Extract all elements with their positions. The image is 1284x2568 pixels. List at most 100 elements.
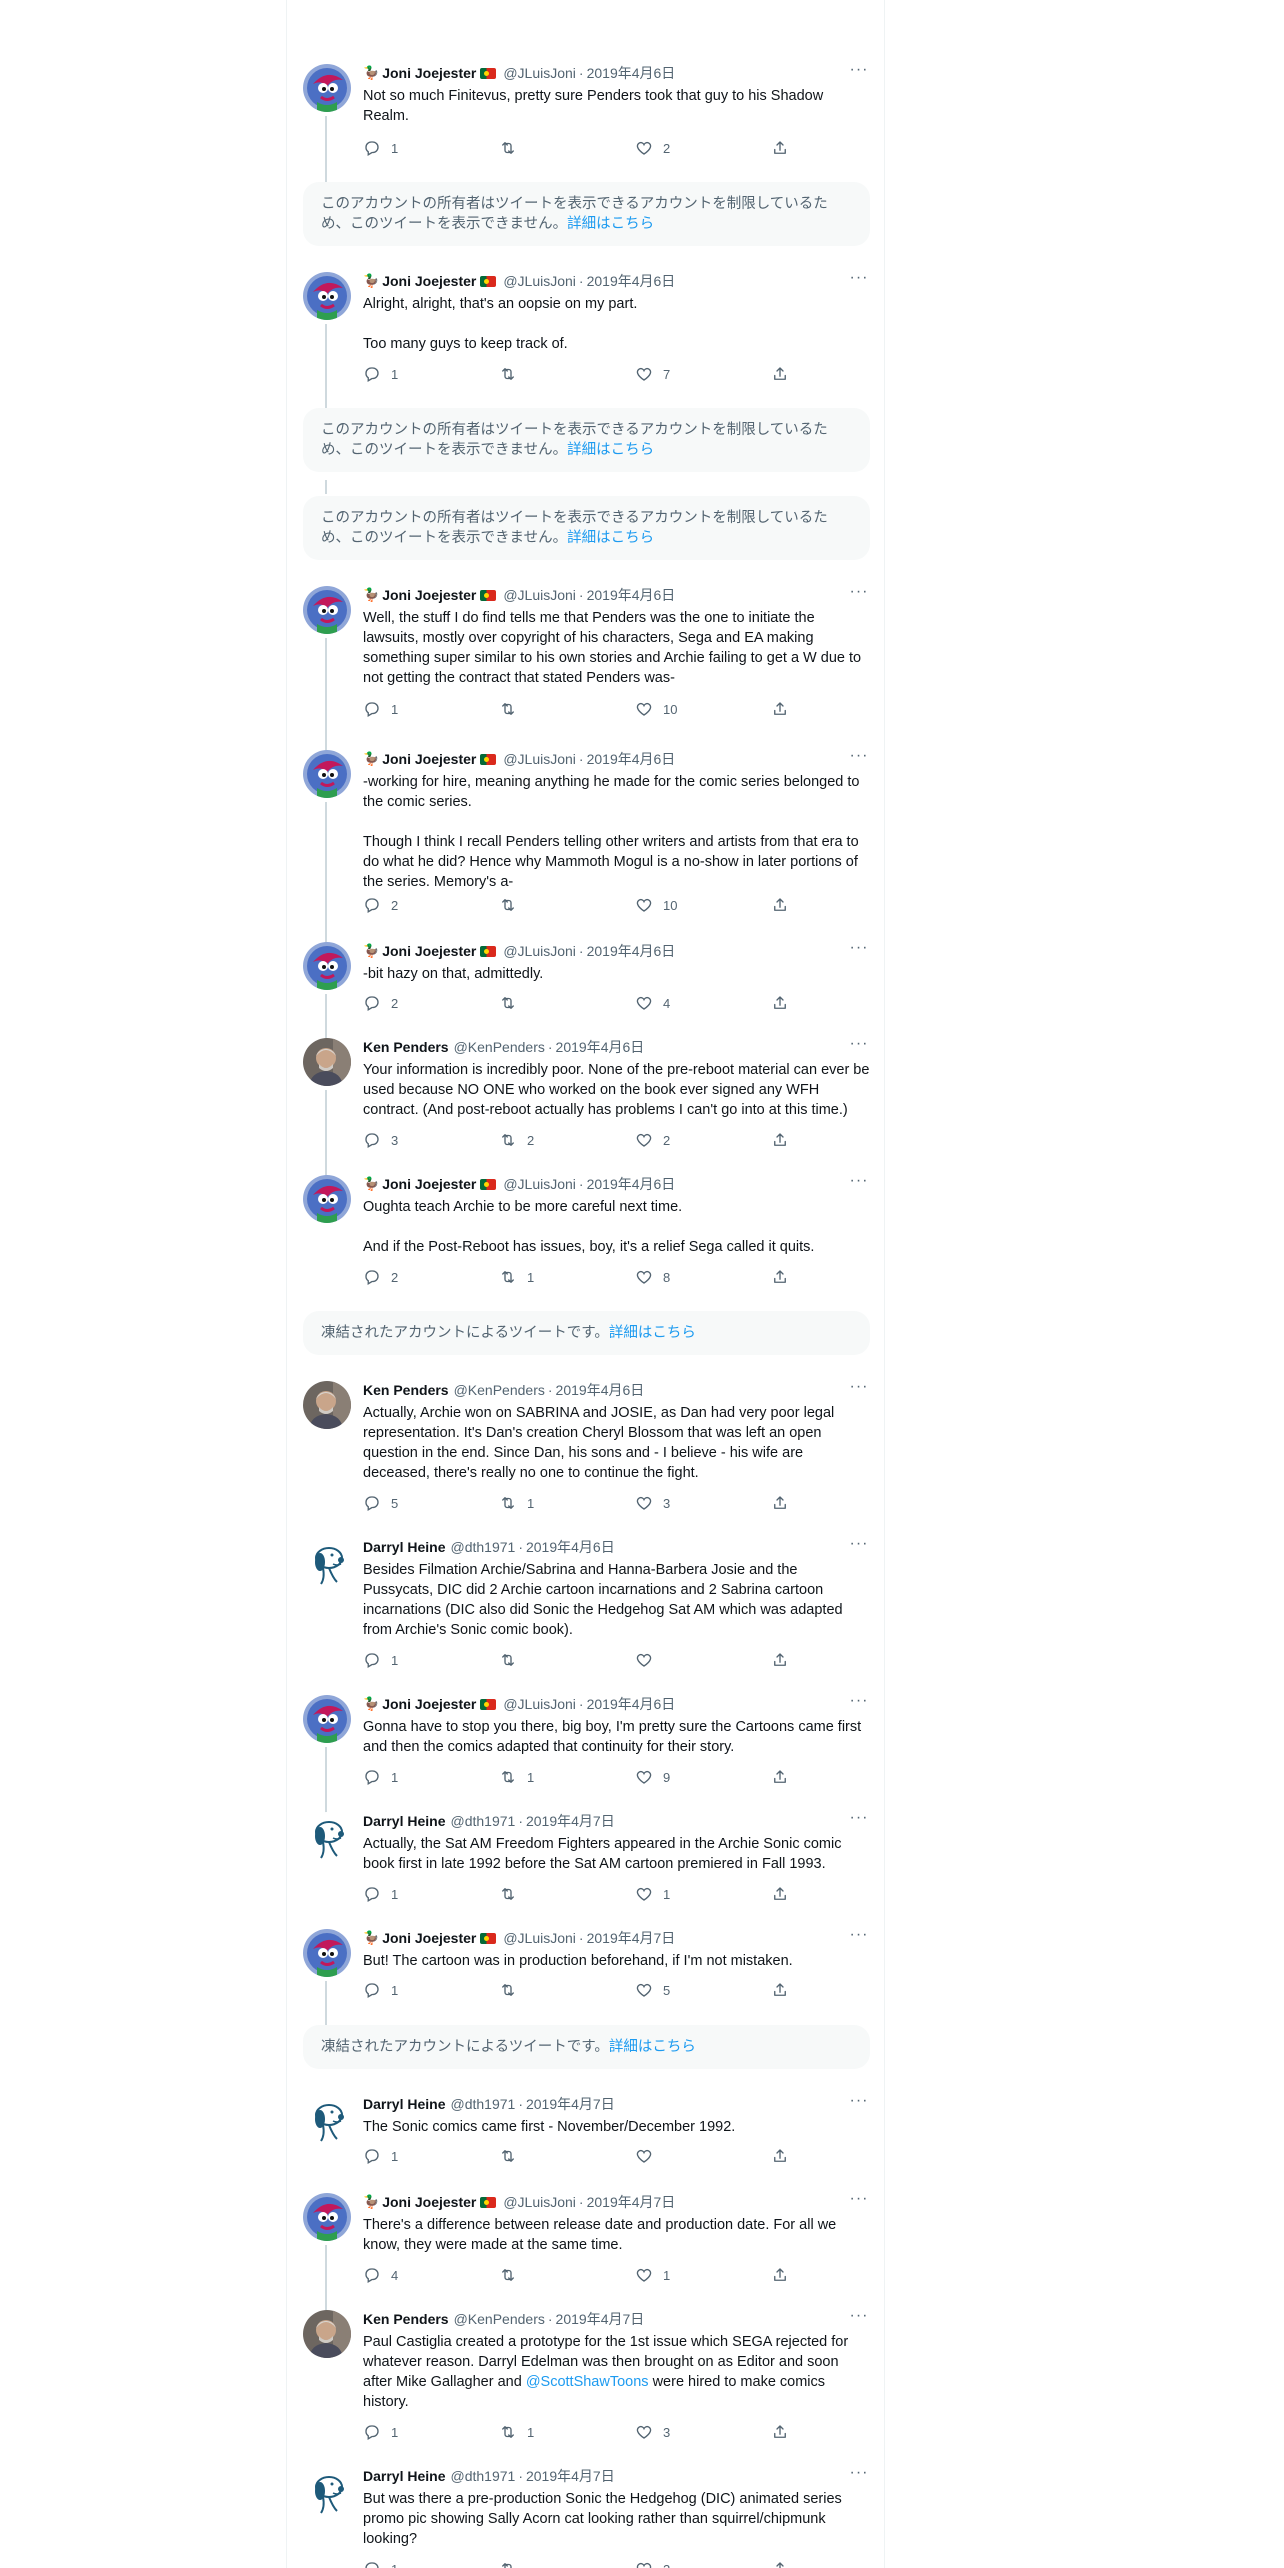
like-button[interactable]: 10	[635, 700, 677, 718]
user-name[interactable]: Joni Joejester	[382, 1695, 476, 1713]
like-button[interactable]: 3	[635, 2423, 670, 2441]
user-handle[interactable]: @dth1971	[450, 2095, 515, 2113]
tweet-date[interactable]: 2019年4月6日	[526, 1538, 615, 1556]
share-button[interactable]	[771, 1494, 789, 1512]
user-name[interactable]: Darryl Heine	[363, 1538, 445, 1556]
user-handle[interactable]: @KenPenders	[454, 1381, 545, 1399]
tweet[interactable]: Darryl Heine @dth1971 · 2019年4月7日 ··· The Son…	[287, 2093, 886, 2177]
like-button[interactable]: 3	[635, 1494, 670, 1512]
user-handle[interactable]: @JLuisJoni	[503, 1929, 576, 1947]
like-button[interactable]: 1	[635, 1885, 670, 1903]
more-options-icon[interactable]: ···	[848, 1173, 870, 1193]
retweet-button[interactable]	[499, 994, 527, 1012]
user-handle[interactable]: @JLuisJoni	[503, 2193, 576, 2211]
like-button[interactable]: 8	[635, 1268, 670, 1286]
reply-button[interactable]: 2	[363, 896, 398, 914]
retweet-button[interactable]	[499, 139, 527, 157]
reply-button[interactable]: 3	[363, 1131, 398, 1149]
retweet-button[interactable]: 1	[499, 2423, 534, 2441]
user-handle[interactable]: @JLuisJoni	[503, 942, 576, 960]
tweet[interactable]: 🦆 Joni Joejester @JLuisJoni · 2019年4月6日 ··· Al…	[287, 270, 886, 421]
tweet-date[interactable]: 2019年4月7日	[556, 2310, 645, 2328]
tweet[interactable]: 🦆 Joni Joejester @JLuisJoni · 2019年4月7日 ··· Th…	[287, 2191, 886, 2322]
like-button[interactable]: 2	[635, 2560, 670, 2568]
share-button[interactable]	[771, 2423, 789, 2441]
more-options-icon[interactable]: ···	[848, 1379, 870, 1399]
retweet-button[interactable]: 1	[499, 1268, 534, 1286]
mention-link[interactable]: @ScottShawToons	[526, 2374, 649, 2390]
like-button[interactable]: 9	[635, 1768, 670, 1786]
tweet[interactable]: Ken Penders @KenPenders · 2019年4月6日 ··· Actua…	[287, 1379, 886, 1524]
user-name[interactable]: Darryl Heine	[363, 1812, 445, 1830]
reply-button[interactable]: 2	[363, 994, 398, 1012]
tweet-date[interactable]: 2019年4月6日	[556, 1381, 645, 1399]
tweet-date[interactable]: 2019年4月7日	[526, 2467, 615, 2485]
share-button[interactable]	[771, 365, 789, 383]
more-options-icon[interactable]: ···	[848, 2093, 870, 2113]
user-name[interactable]: Darryl Heine	[363, 2095, 445, 2113]
like-button[interactable]	[635, 2147, 663, 2165]
more-options-icon[interactable]: ···	[848, 1927, 870, 1947]
avatar[interactable]	[303, 1538, 351, 1586]
avatar[interactable]	[303, 2193, 351, 2241]
tweet-date[interactable]: 2019年4月6日	[587, 942, 676, 960]
avatar[interactable]	[303, 2095, 351, 2143]
share-button[interactable]	[771, 896, 789, 914]
avatar[interactable]	[303, 1175, 351, 1223]
retweet-button[interactable]	[499, 1981, 527, 1999]
tweet-date[interactable]: 2019年4月7日	[526, 2095, 615, 2113]
user-handle[interactable]: @KenPenders	[454, 1038, 545, 1056]
avatar[interactable]	[303, 1812, 351, 1860]
avatar[interactable]	[303, 586, 351, 634]
tweet-date[interactable]: 2019年4月7日	[587, 2193, 676, 2211]
share-button[interactable]	[771, 2266, 789, 2284]
retweet-button[interactable]	[499, 700, 527, 718]
user-name[interactable]: Joni Joejester	[382, 942, 476, 960]
user-name[interactable]: Joni Joejester	[382, 64, 476, 82]
more-options-icon[interactable]: ···	[848, 1036, 870, 1056]
user-handle[interactable]: @JLuisJoni	[503, 64, 576, 82]
share-button[interactable]	[771, 2560, 789, 2568]
like-button[interactable]: 1	[635, 2266, 670, 2284]
user-name[interactable]: Ken Penders	[363, 1038, 449, 1056]
learn-more-link[interactable]: 詳細はこちら	[567, 530, 654, 546]
avatar[interactable]	[303, 942, 351, 990]
retweet-button[interactable]	[499, 2266, 527, 2284]
tweet[interactable]: Ken Penders @KenPenders · 2019年4月7日 ··· Paul …	[287, 2308, 886, 2453]
like-button[interactable]: 2	[635, 139, 670, 157]
like-button[interactable]: 5	[635, 1981, 670, 1999]
user-name[interactable]: Ken Penders	[363, 2310, 449, 2328]
reply-button[interactable]: 1	[363, 1651, 398, 1669]
reply-button[interactable]: 4	[363, 2266, 398, 2284]
share-button[interactable]	[771, 1268, 789, 1286]
like-button[interactable]: 7	[635, 365, 670, 383]
share-button[interactable]	[771, 700, 789, 718]
user-name[interactable]: Joni Joejester	[382, 1929, 476, 1947]
retweet-button[interactable]: 2	[499, 1131, 534, 1149]
tweet[interactable]: 🦆 Joni Joejester @JLuisJoni · 2019年4月6日 ··· Ou…	[287, 1173, 886, 1298]
avatar[interactable]	[303, 2310, 351, 2358]
user-handle[interactable]: @KenPenders	[454, 2310, 545, 2328]
avatar[interactable]	[303, 1929, 351, 1977]
avatar[interactable]	[303, 1695, 351, 1743]
tweet[interactable]: Darryl Heine @dth1971 · 2019年4月6日 ··· Besides…	[287, 1536, 886, 1681]
more-options-icon[interactable]: ···	[848, 1810, 870, 1830]
retweet-button[interactable]: 1	[499, 1494, 534, 1512]
tweet[interactable]: Darryl Heine @dth1971 · 2019年4月7日 ··· But was…	[287, 2465, 886, 2568]
tweet-date[interactable]: 2019年4月6日	[556, 1038, 645, 1056]
share-button[interactable]	[771, 1981, 789, 1999]
reply-button[interactable]: 1	[363, 1885, 398, 1903]
user-name[interactable]: Ken Penders	[363, 1381, 449, 1399]
retweet-button[interactable]	[499, 365, 527, 383]
user-name[interactable]: Joni Joejester	[382, 586, 476, 604]
user-handle[interactable]: @JLuisJoni	[503, 1695, 576, 1713]
tweet-date[interactable]: 2019年4月6日	[587, 586, 676, 604]
more-options-icon[interactable]: ···	[848, 2191, 870, 2211]
avatar[interactable]	[303, 750, 351, 798]
reply-button[interactable]: 2	[363, 1268, 398, 1286]
retweet-button[interactable]	[499, 896, 527, 914]
share-button[interactable]	[771, 2147, 789, 2165]
more-options-icon[interactable]: ···	[848, 270, 870, 290]
learn-more-link[interactable]: 詳細はこちら	[609, 1325, 696, 1341]
retweet-button[interactable]	[499, 1651, 527, 1669]
